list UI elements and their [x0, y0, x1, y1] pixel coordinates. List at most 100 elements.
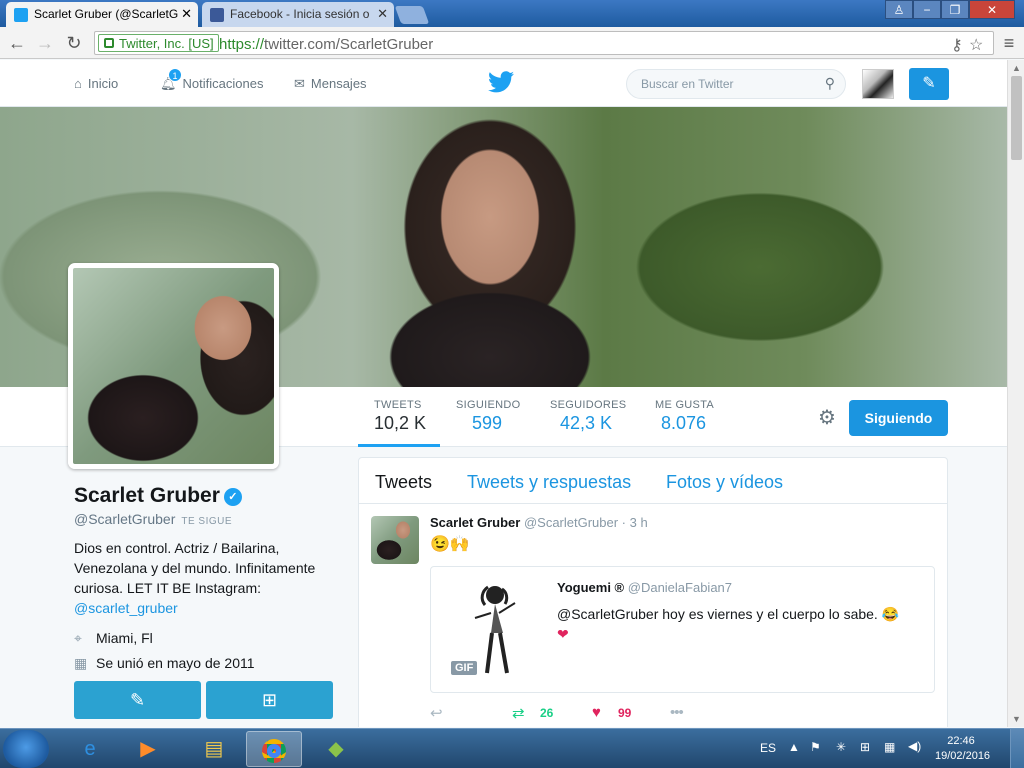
quoted-tweet[interactable]: GIF Yoguemi ® @DanielaFabian7 @ScarletGr…: [430, 566, 935, 693]
url-text[interactable]: https://twitter.com/ScarletGruber: [219, 36, 433, 53]
stat-tweets[interactable]: TWEETS 10,2 K: [357, 399, 441, 447]
profile-name-row: Scarlet Gruber ✓: [74, 484, 344, 508]
url-rest: twitter.com/ScarletGruber: [264, 36, 434, 53]
profile-location: ⌖ Miami, Fl: [74, 630, 344, 647]
tab-strip: Scarlet Gruber (@ScarletG ✕ Facebook - I…: [0, 0, 1024, 27]
user-icon[interactable]: ♙: [885, 0, 913, 19]
joined-text: Se unió en mayo de 2011: [96, 655, 255, 671]
profile-avatar[interactable]: [68, 263, 279, 469]
following-button[interactable]: Siguiendo: [849, 400, 948, 436]
tab-tweets-replies[interactable]: Tweets y respuestas: [467, 472, 631, 493]
location-text: Miami, Fl: [96, 630, 153, 646]
volume-icon[interactable]: ◀): [908, 739, 921, 753]
page-scrollbar[interactable]: ▲ ▼: [1007, 60, 1024, 727]
gif-thumbnail[interactable]: GIF: [445, 573, 540, 683]
quoted-author-handle[interactable]: @DanielaFabian7: [628, 580, 732, 595]
windows-icon[interactable]: ⊞: [860, 740, 870, 754]
address-bar[interactable]: Twitter, Inc. [US] https://twitter.com/S…: [94, 31, 994, 55]
nav-home[interactable]: ⌂ Inicio: [74, 76, 118, 91]
tweet-to-button[interactable]: ✎: [74, 681, 201, 719]
like-count: 99: [618, 706, 632, 720]
star-icon[interactable]: ☆: [969, 35, 983, 55]
back-icon[interactable]: ←: [6, 32, 28, 54]
stat-label: SEGUIDORES: [550, 399, 627, 411]
compose-tweet-button[interactable]: ✎: [909, 68, 949, 100]
stat-label: TWEETS: [374, 399, 422, 411]
message-icon: ⊞: [261, 690, 278, 710]
account-avatar[interactable]: [862, 69, 894, 99]
quoted-tweet-body: @ScarletGruber hoy es viernes y el cuerp…: [557, 604, 922, 644]
close-tab-icon[interactable]: ✕: [181, 6, 192, 22]
tab-tweets[interactable]: Tweets: [375, 472, 432, 493]
tab-photos-videos[interactable]: Fotos y vídeos: [666, 472, 783, 493]
secure-label: Twitter, Inc. [US]: [119, 36, 214, 51]
twitter-favicon: [14, 8, 28, 22]
stat-followers[interactable]: SEGUIDORES 42,3 K: [550, 399, 626, 434]
secure-badge[interactable]: Twitter, Inc. [US]: [98, 34, 219, 52]
explorer-icon[interactable]: ▤: [186, 731, 242, 767]
tweet-author-handle[interactable]: @ScarletGruber · 3 h: [524, 515, 648, 530]
media-player-icon[interactable]: ▶: [120, 731, 176, 767]
quill-icon: ✎: [922, 75, 936, 92]
twitter-bird-icon[interactable]: [488, 71, 514, 93]
timeline: Tweets Tweets y respuestas Fotos y vídeo…: [358, 457, 948, 727]
gear-icon[interactable]: ⚙: [818, 405, 836, 430]
profile-handle-row: @ScarletGruber TE SIGUE: [74, 511, 344, 527]
sync-icon[interactable]: ✳: [836, 740, 846, 754]
tab-title: Facebook - Inicia sesión o: [230, 7, 370, 21]
network-icon[interactable]: ▦: [884, 740, 895, 754]
stat-value: 8.076: [661, 413, 707, 433]
start-button[interactable]: [3, 730, 49, 768]
language-indicator[interactable]: ES: [760, 741, 776, 755]
reply-icon[interactable]: ↩: [430, 704, 443, 722]
close-tab-icon[interactable]: ✕: [377, 6, 388, 22]
quoted-tweet-header: Yoguemi ® @DanielaFabian7: [557, 580, 732, 595]
minimize-button[interactable]: −: [913, 0, 941, 19]
bluestacks-icon[interactable]: ◆: [308, 731, 364, 767]
tweet-actions: ↩ ⇄ 26 ♥ 99 •••: [430, 704, 935, 724]
search-input[interactable]: Buscar en Twitter ⚲: [626, 69, 846, 99]
profile-name[interactable]: Scarlet Gruber: [74, 484, 220, 507]
facebook-favicon: [210, 8, 224, 22]
search-icon[interactable]: ⚲: [825, 75, 835, 92]
stat-value: 10,2 K: [374, 413, 427, 433]
key-icon[interactable]: ⚷: [951, 35, 963, 55]
tweet-author-name[interactable]: Scarlet Gruber: [430, 515, 520, 530]
stat-value: 42,3 K: [560, 413, 613, 433]
chrome-icon[interactable]: [246, 731, 302, 767]
notification-badge: 1: [168, 68, 182, 82]
tab-facebook[interactable]: Facebook - Inicia sesión o ✕: [202, 2, 394, 27]
chevron-up-icon[interactable]: ▲: [788, 740, 800, 754]
bio-text: Dios en control. Actriz / Bailarina, Ven…: [74, 540, 316, 596]
clock-time: 22:46: [947, 735, 975, 747]
nav-messages[interactable]: ✉ Mensajes: [294, 76, 367, 92]
scroll-up-icon[interactable]: ▲: [1012, 63, 1021, 73]
show-desktop-button[interactable]: [1010, 729, 1024, 768]
tweet-avatar[interactable]: [371, 516, 419, 564]
envelope-icon: ✉: [294, 76, 305, 91]
stat-likes[interactable]: ME GUSTA 8.076: [655, 399, 714, 434]
quoted-author-name[interactable]: Yoguemi ®: [557, 580, 624, 595]
maximize-button[interactable]: ❐: [941, 0, 969, 19]
menu-icon[interactable]: ≡: [998, 32, 1020, 54]
tab-twitter[interactable]: Scarlet Gruber (@ScarletG ✕: [6, 2, 198, 27]
more-icon[interactable]: •••: [670, 704, 684, 721]
scroll-thumb[interactable]: [1011, 76, 1022, 160]
like-icon[interactable]: ♥: [592, 704, 601, 721]
message-button[interactable]: ⊞: [206, 681, 333, 719]
instagram-link[interactable]: @scarlet_gruber: [74, 600, 178, 616]
browser-window: Scarlet Gruber (@ScarletG ✕ Facebook - I…: [0, 0, 1024, 768]
stat-following[interactable]: SIGUIENDO 599: [456, 399, 520, 434]
forward-icon[interactable]: →: [34, 32, 56, 54]
reload-icon[interactable]: ↻: [63, 32, 85, 54]
flag-icon[interactable]: ⚑: [810, 740, 821, 754]
clock[interactable]: 22:46 19/02/2016: [935, 734, 990, 764]
close-window-button[interactable]: ✕: [969, 0, 1015, 19]
tab-title: Scarlet Gruber (@ScarletG: [34, 7, 179, 21]
home-icon: ⌂: [74, 76, 82, 91]
retweet-icon[interactable]: ⇄: [512, 704, 525, 722]
ie-icon[interactable]: e: [62, 731, 118, 767]
scroll-down-icon[interactable]: ▼: [1012, 714, 1021, 724]
profile-handle[interactable]: @ScarletGruber: [74, 511, 175, 527]
new-tab-button[interactable]: [394, 6, 430, 24]
